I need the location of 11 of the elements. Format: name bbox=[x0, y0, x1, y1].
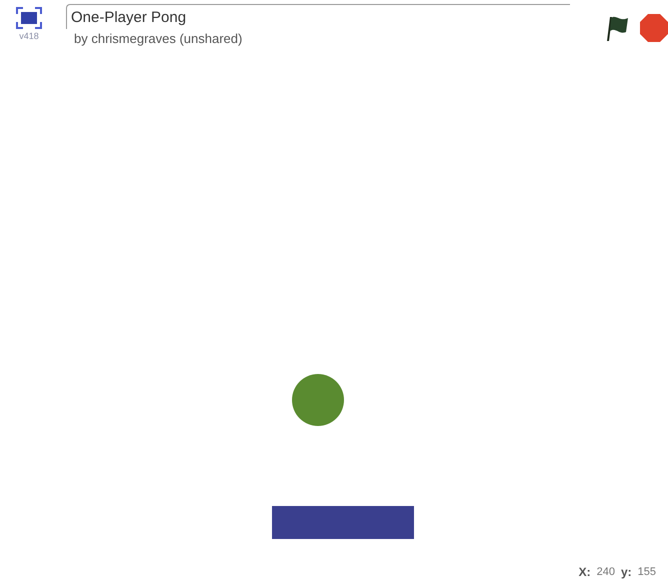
flag-icon[interactable] bbox=[604, 14, 630, 42]
project-title-field[interactable]: One-Player Pong bbox=[66, 4, 570, 29]
ball bbox=[292, 374, 344, 426]
fullscreen-icon[interactable] bbox=[16, 7, 42, 29]
version-label: v418 bbox=[19, 31, 39, 41]
y-value: 155 bbox=[638, 566, 656, 578]
y-label: y: bbox=[620, 565, 632, 579]
x-value: 240 bbox=[596, 566, 615, 578]
stop-icon[interactable] bbox=[640, 14, 668, 42]
author-byline: by chrismegraves (unshared) bbox=[73, 31, 244, 46]
x-label: X: bbox=[578, 565, 591, 579]
